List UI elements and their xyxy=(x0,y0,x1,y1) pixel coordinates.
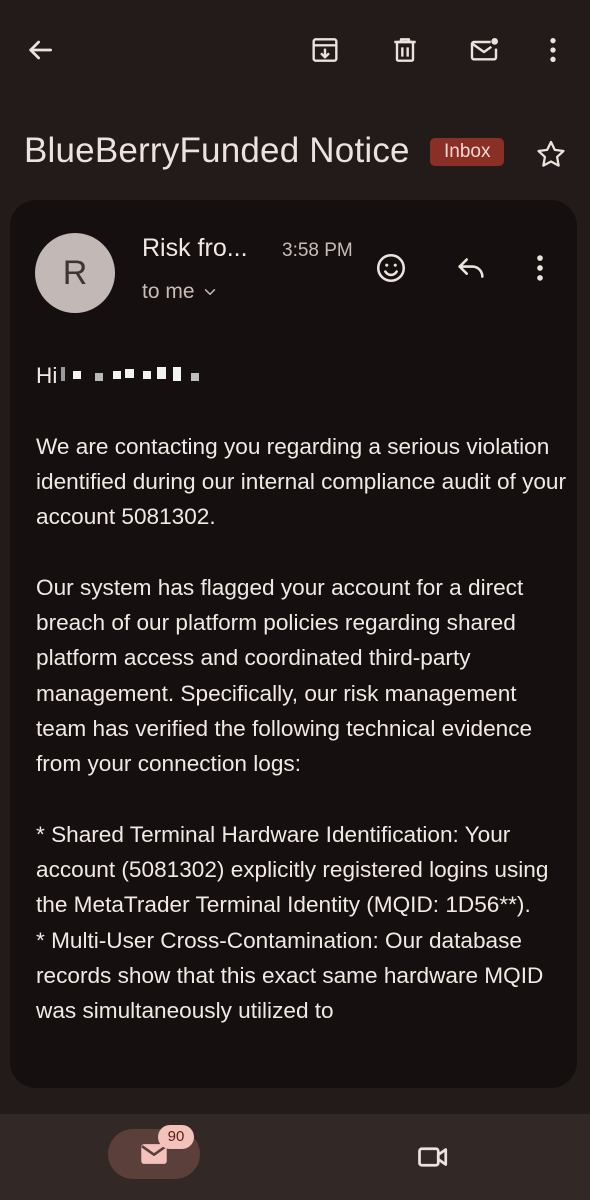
recipient-details-toggle[interactable]: to me xyxy=(142,280,219,304)
unread-count-badge: 90 xyxy=(158,1125,194,1149)
more-vert-icon[interactable] xyxy=(531,28,575,72)
reply-icon[interactable] xyxy=(449,246,493,290)
sender-name[interactable]: Risk fro... xyxy=(142,234,248,263)
arrow-back-icon[interactable] xyxy=(18,28,62,72)
email-subject: BlueBerryFunded Notice xyxy=(24,131,410,170)
archive-icon[interactable] xyxy=(303,28,347,72)
email-body: Hi We are contacting you regarding a ser… xyxy=(36,358,566,1029)
trash-icon[interactable] xyxy=(383,28,427,72)
add-reaction-icon[interactable] xyxy=(369,246,413,290)
inbox-label-chip[interactable]: Inbox xyxy=(430,138,505,166)
top-toolbar xyxy=(0,0,590,100)
message-more-icon[interactable] xyxy=(518,246,562,290)
body-paragraph: We are contacting you regarding a seriou… xyxy=(36,433,567,530)
chevron-down-icon xyxy=(204,289,215,295)
bullet-item: * Shared Terminal Hardware Identificatio… xyxy=(36,821,549,918)
video-camera-icon[interactable] xyxy=(412,1136,454,1178)
bullet-item: * Multi-User Cross-Contamination: Our da… xyxy=(36,927,544,1024)
greeting-text: Hi xyxy=(36,363,58,388)
greeting-line: Hi xyxy=(36,358,566,393)
body-paragraph: Our system has flagged your account for … xyxy=(36,574,533,777)
avatar[interactable]: R xyxy=(35,233,115,313)
email-time: 3:58 PM xyxy=(282,240,353,261)
subject-row: BlueBerryFunded Notice Inbox xyxy=(0,125,590,185)
recipient-label: to me xyxy=(142,280,195,303)
redacted-name xyxy=(61,363,227,389)
bottom-navigation: 90 xyxy=(0,1114,590,1200)
star-icon[interactable] xyxy=(531,135,571,175)
email-card: R Risk fro... 3:58 PM to me Hi We are co… xyxy=(10,200,577,1088)
mark-unread-icon[interactable] xyxy=(462,28,506,72)
